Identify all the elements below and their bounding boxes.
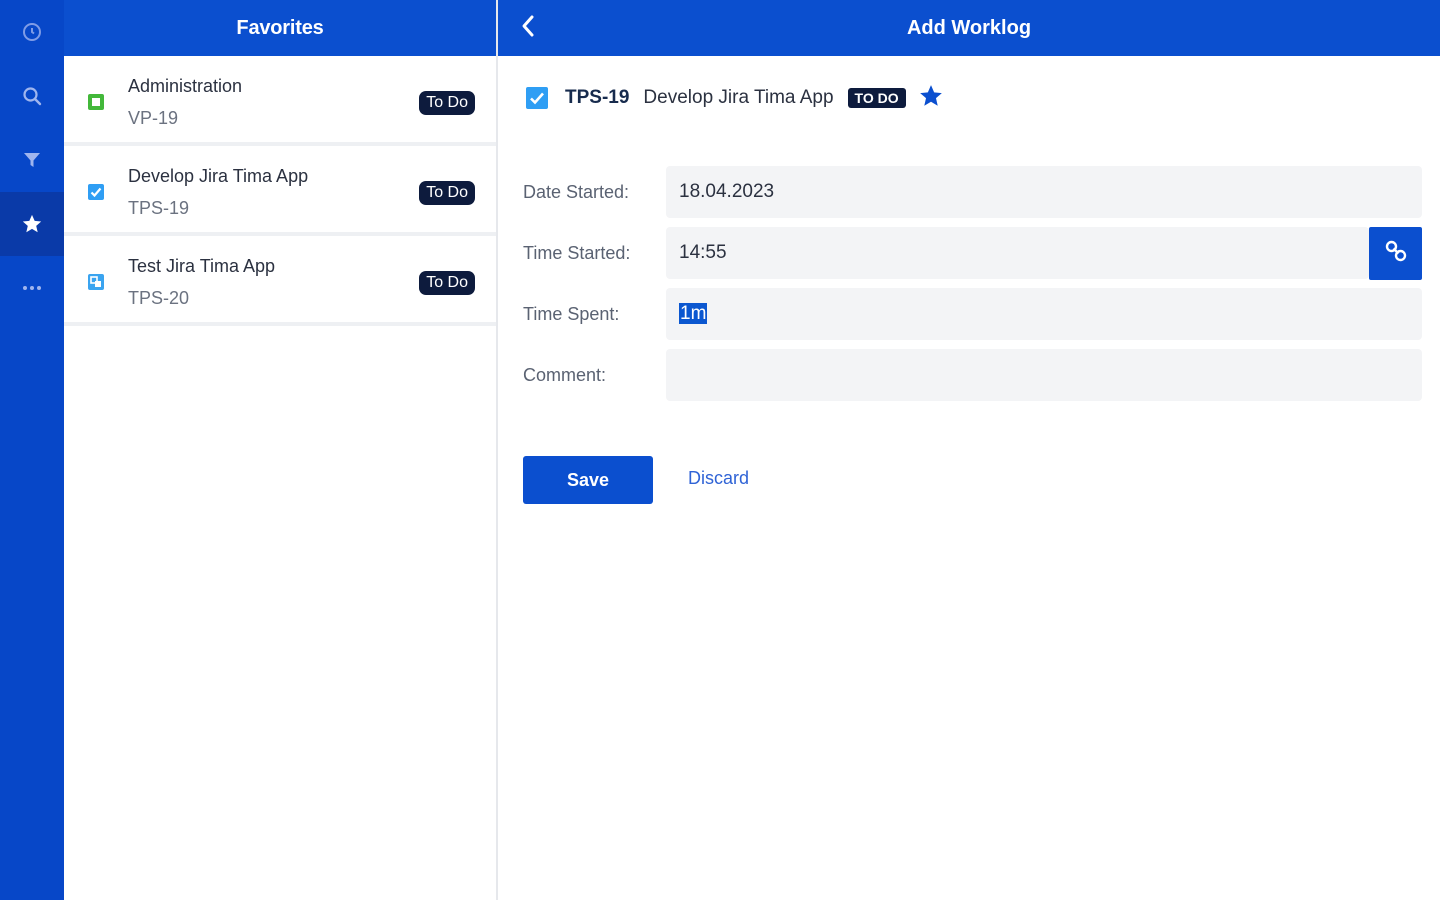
search-icon [21,85,43,107]
list-item-name: Test Jira Tima App [128,256,276,276]
favorites-header: Favorites [64,0,496,56]
date-started-field[interactable]: 18.04.2023 [666,166,1422,218]
pane-divider [496,0,498,900]
status-badge: To Do [419,271,475,295]
favorites-title: Favorites [236,16,324,39]
more-icon [21,284,43,292]
page-title: Add Worklog [906,17,1032,39]
save-button[interactable]: Save [523,456,653,504]
issue-key: TPS-19 [565,87,630,108]
date-started-value: 18.04.2023 [679,181,775,202]
list-item-name: Develop Jira Tima App [128,166,309,186]
star-icon [918,83,944,114]
list-item-name: Administration [128,76,243,96]
favorites-list: Administration VP-19 To Do Develop Jira … [64,56,496,326]
link-icon [1384,239,1408,268]
status-badge: TO DO [847,88,906,108]
status-badge: To Do [419,181,475,205]
list-item-key: VP-19 [128,108,179,128]
nav-favorites-button[interactable] [0,192,64,256]
nav-more-button[interactable] [0,256,64,320]
favorite-star-button[interactable] [918,83,944,114]
nav-filter-button[interactable] [0,128,64,192]
discard-button[interactable]: Discard [688,468,749,489]
time-started-label: Time Started: [523,243,631,263]
list-item-key: TPS-19 [128,198,190,218]
clock-icon [21,21,43,43]
subtask-icon [87,273,105,291]
date-started-label: Date Started: [523,182,630,202]
issue-summary: Develop Jira Tima App [643,87,834,108]
detail-header: Add Worklog [498,0,1440,56]
comment-label: Comment: [523,365,607,385]
chevron-left-icon [520,14,536,43]
issue-summary-row: TPS-19 Develop Jira Tima App TO DO [525,84,944,112]
task-icon [525,86,549,110]
comment-field[interactable] [666,349,1422,401]
back-button[interactable] [512,12,544,44]
list-item[interactable]: Administration VP-19 To Do [64,56,496,146]
time-spent-value: 1m [679,303,708,324]
time-spent-field[interactable]: 1m [666,288,1422,340]
filter-icon [22,150,42,170]
time-started-value: 14:55 [679,242,727,263]
status-badge: To Do [419,91,475,115]
story-icon [87,93,105,111]
star-icon [21,213,43,235]
time-spent-label: Time Spent: [523,304,620,324]
nav-recent-button[interactable] [0,0,64,64]
time-started-field[interactable]: 14:55 [666,227,1369,279]
list-item[interactable]: Develop Jira Tima App TPS-19 To Do [64,146,496,236]
nav-rail [0,0,64,900]
task-icon [87,183,105,201]
list-item[interactable]: Test Jira Tima App TPS-20 To Do [64,236,496,326]
list-item-key: TPS-20 [128,288,190,308]
link-button[interactable] [1369,227,1422,280]
nav-search-button[interactable] [0,64,64,128]
